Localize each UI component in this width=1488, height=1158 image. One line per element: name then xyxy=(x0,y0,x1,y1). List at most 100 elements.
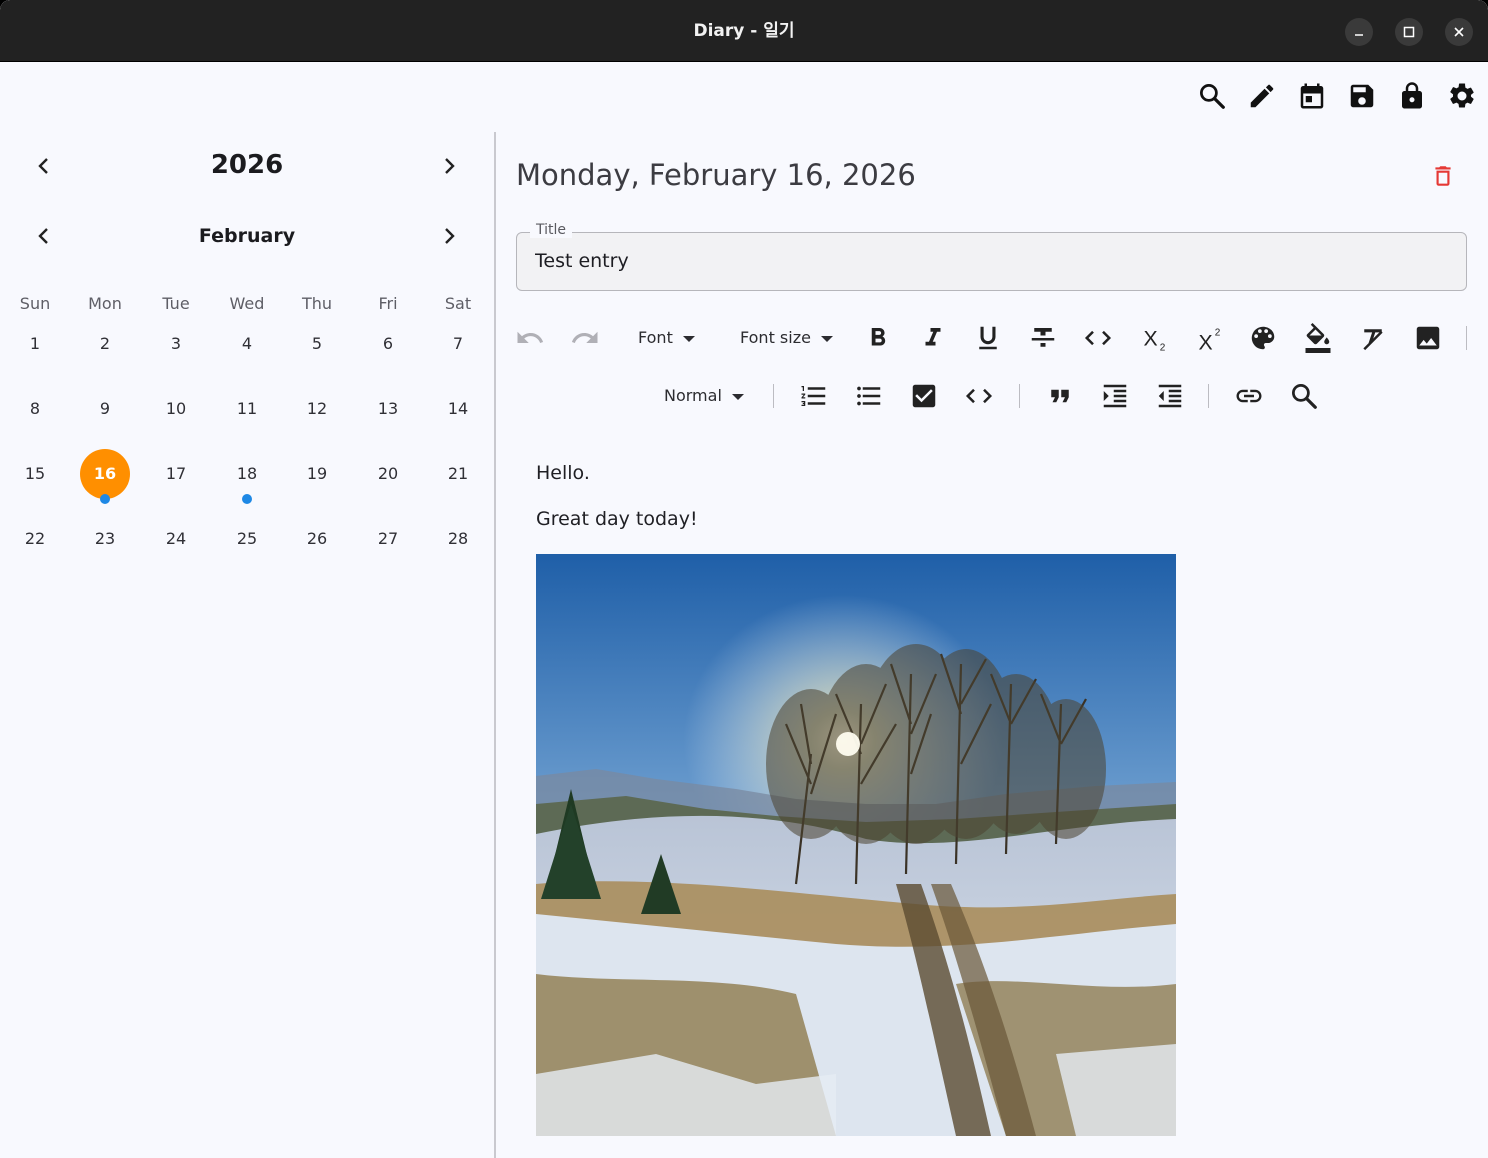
calendar-day[interactable]: 27 xyxy=(353,526,423,552)
prev-year-arrow-icon[interactable] xyxy=(32,154,56,178)
entry-date-heading: Monday, February 16, 2026 xyxy=(516,158,916,192)
calendar-day[interactable]: 24 xyxy=(141,526,211,552)
svg-text:2: 2 xyxy=(1160,343,1166,354)
font-size-dropdown-label: Font size xyxy=(740,328,811,347)
checklist-icon[interactable] xyxy=(909,381,939,411)
code-block-icon[interactable] xyxy=(964,381,994,411)
calendar-day[interactable]: 9 xyxy=(70,396,140,422)
calendar-icon[interactable] xyxy=(1297,81,1327,111)
calendar-day[interactable]: 21 xyxy=(423,461,493,487)
calendar-day[interactable]: 6 xyxy=(353,331,423,357)
outdent-icon[interactable] xyxy=(1155,381,1185,411)
toolbar-separator xyxy=(1208,384,1209,408)
window-title: Diary - 일기 xyxy=(693,21,795,41)
undo-icon[interactable] xyxy=(515,323,545,353)
year-label: 2026 xyxy=(210,150,284,180)
calendar-day[interactable]: 10 xyxy=(141,396,211,422)
weekday-fri: Fri xyxy=(378,294,398,313)
minimize-button[interactable] xyxy=(1345,18,1373,46)
minimize-icon xyxy=(1355,34,1363,36)
calendar-day[interactable]: 26 xyxy=(282,526,352,552)
title-field-label: Title xyxy=(530,222,573,238)
chevron-down-icon xyxy=(820,335,833,342)
weekday-sun: Sun xyxy=(19,294,51,313)
toolbar-separator xyxy=(773,384,774,408)
calendar-day[interactable]: 22 xyxy=(0,526,70,552)
calendar-day[interactable]: 25 xyxy=(212,526,282,552)
calendar-day[interactable]: 19 xyxy=(282,461,352,487)
svg-text:2: 2 xyxy=(1215,328,1221,339)
underline-icon[interactable] xyxy=(973,323,1003,353)
image-icon[interactable] xyxy=(1413,323,1443,353)
calendar-day[interactable]: 28 xyxy=(423,526,493,552)
sidebar-divider xyxy=(494,132,496,1158)
bullet-list-icon[interactable] xyxy=(854,381,884,411)
block-style-dropdown[interactable]: Normal xyxy=(664,384,744,408)
calendar-day-selected[interactable]: 16 xyxy=(80,449,130,499)
calendar-day[interactable]: 12 xyxy=(282,396,352,422)
clear-format-icon[interactable] xyxy=(1358,323,1388,353)
save-icon[interactable] xyxy=(1347,81,1377,111)
calendar-day[interactable]: 23 xyxy=(70,526,140,552)
title-field[interactable] xyxy=(516,232,1467,291)
chevron-down-icon xyxy=(682,335,695,342)
calendar-day[interactable]: 7 xyxy=(423,331,493,357)
search-icon[interactable] xyxy=(1197,81,1227,111)
close-icon xyxy=(1454,27,1464,37)
entry-indicator-dot xyxy=(100,494,110,504)
quote-icon[interactable] xyxy=(1045,381,1075,411)
calendar-day[interactable]: 2 xyxy=(70,331,140,357)
delete-icon[interactable] xyxy=(1430,162,1456,190)
toolbar-separator xyxy=(1466,326,1467,350)
close-button[interactable] xyxy=(1445,18,1473,46)
maximize-button[interactable] xyxy=(1395,18,1423,46)
superscript-icon[interactable]: X 2 xyxy=(1196,323,1226,354)
italic-icon[interactable] xyxy=(918,323,948,353)
svg-text:X: X xyxy=(1199,330,1213,353)
weekday-tue: Tue xyxy=(162,294,190,313)
weekday-thu: Thu xyxy=(301,294,333,313)
link-icon[interactable] xyxy=(1234,381,1264,411)
calendar-day[interactable]: 18 xyxy=(212,461,282,487)
font-size-dropdown[interactable]: Font size xyxy=(740,326,833,350)
gear-icon[interactable] xyxy=(1447,81,1477,111)
title-input[interactable] xyxy=(535,233,1435,290)
calendar-day[interactable]: 17 xyxy=(141,461,211,487)
calendar-day[interactable]: 4 xyxy=(212,331,282,357)
block-style-dropdown-label: Normal xyxy=(664,386,722,405)
calendar-day[interactable]: 15 xyxy=(0,461,70,487)
strikethrough-icon[interactable] xyxy=(1028,323,1058,353)
subscript-icon[interactable]: X 2 xyxy=(1141,323,1171,354)
inline-code-icon[interactable] xyxy=(1083,323,1113,353)
bold-icon[interactable] xyxy=(863,323,893,353)
calendar-day[interactable]: 8 xyxy=(0,396,70,422)
lock-icon[interactable] xyxy=(1397,81,1427,111)
calendar-day[interactable]: 14 xyxy=(423,396,493,422)
search-icon[interactable] xyxy=(1289,381,1319,411)
editor-paragraph[interactable]: Hello. xyxy=(536,462,590,484)
redo-icon[interactable] xyxy=(570,323,600,353)
indent-icon[interactable] xyxy=(1100,381,1130,411)
svg-text:X: X xyxy=(1144,327,1158,351)
title-bar[interactable]: Diary - 일기 xyxy=(0,0,1488,62)
next-year-arrow-icon[interactable] xyxy=(437,154,461,178)
highlight-icon[interactable] xyxy=(1303,323,1333,353)
calendar-day[interactable]: 13 xyxy=(353,396,423,422)
calendar-day[interactable]: 3 xyxy=(141,331,211,357)
weekday-wed: Wed xyxy=(229,294,265,313)
calendar-day[interactable]: 5 xyxy=(282,331,352,357)
pencil-icon[interactable] xyxy=(1247,81,1277,111)
weekday-mon: Mon xyxy=(88,294,122,313)
diary-window: Diary - 일기 2026 February Sun Mon Tue Wed xyxy=(0,0,1488,1158)
editor-paragraph[interactable]: Great day today! xyxy=(536,508,698,530)
calendar-day[interactable]: 20 xyxy=(353,461,423,487)
font-dropdown[interactable]: Font xyxy=(638,326,695,350)
weekday-sat: Sat xyxy=(444,294,472,313)
numbered-list-icon[interactable] xyxy=(799,381,829,411)
calendar-day[interactable]: 11 xyxy=(212,396,282,422)
embedded-landscape-image[interactable] xyxy=(536,554,1176,1136)
prev-month-arrow-icon[interactable] xyxy=(32,224,56,248)
next-month-arrow-icon[interactable] xyxy=(437,224,461,248)
text-color-icon[interactable] xyxy=(1248,323,1278,353)
calendar-day[interactable]: 1 xyxy=(0,331,70,357)
